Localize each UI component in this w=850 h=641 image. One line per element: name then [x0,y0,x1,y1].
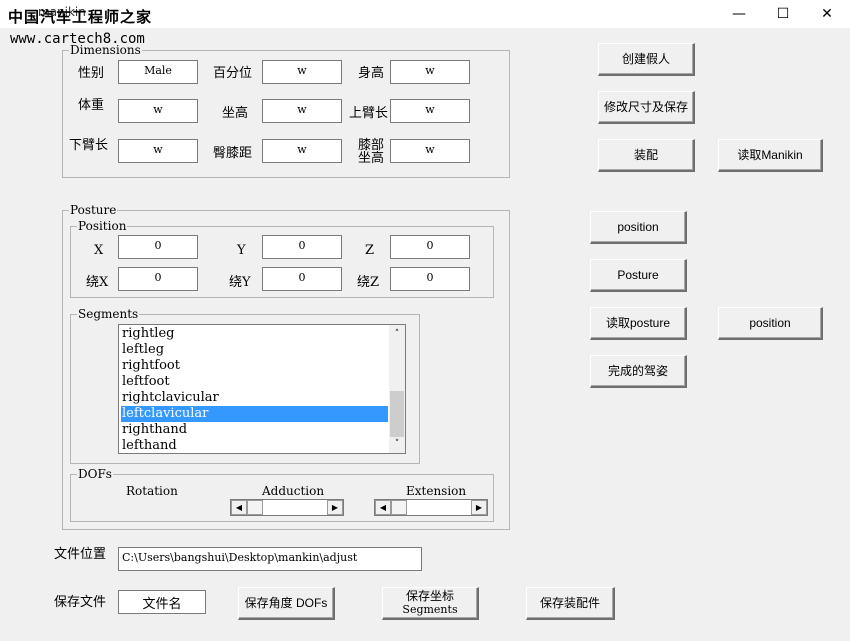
segments-scrollbar[interactable]: ˄ ˅ [389,325,405,453]
slider-thumb[interactable] [391,500,407,515]
save-dofs-button[interactable]: 保存角度 DOFs [238,587,335,620]
save-segments-label-2: Segments [402,603,458,616]
posture-legend: Posture [69,203,118,217]
weight-label: 体重 [78,98,105,113]
sitting-height-label: 坐高 [222,106,249,121]
dimensions-legend: Dimensions [69,43,142,57]
z-field[interactable]: 0 [390,235,470,259]
list-item[interactable]: rightfoot [121,358,388,374]
dofs-legend: DOFs [77,467,113,481]
sitting-height-field[interactable]: w [262,99,342,123]
assemble-button[interactable]: 装配 [598,139,695,172]
y-field[interactable]: 0 [262,235,342,259]
weight-field[interactable]: w [118,99,198,123]
read-posture-button[interactable]: 读取posture [590,307,687,340]
scroll-thumb[interactable] [390,391,404,437]
watermark-text: 中国汽车工程师之家 [8,8,153,26]
posture-button[interactable]: Posture [590,259,687,292]
upper-arm-field[interactable]: w [390,99,470,123]
scroll-left-icon[interactable]: ◀ [231,500,247,515]
knee-height-label-2: 坐高 [358,151,385,166]
list-item[interactable]: leftfoot [121,374,388,390]
lower-arm-field[interactable]: w [118,139,198,163]
save-assembly-button[interactable]: 保存装配件 [526,587,615,620]
x-label: X [94,243,104,258]
rotation-label: Rotation [126,484,178,498]
rotate-x-field[interactable]: 0 [118,267,198,291]
list-item[interactable]: rightclavicular [121,390,388,406]
scroll-right-icon[interactable]: ▶ [471,500,487,515]
x-field[interactable]: 0 [118,235,198,259]
scroll-up-icon[interactable]: ˄ [389,327,405,341]
percentile-label: 百分位 [213,66,253,81]
minimize-button[interactable]: — [716,0,762,28]
modify-save-button[interactable]: 修改尺寸及保存 [598,91,695,124]
position-button-2[interactable]: position [718,307,823,340]
rotate-z-label: 绕Z [357,275,380,290]
list-item-selected[interactable]: leftclavicular [121,406,388,422]
extension-label: Extension [406,484,467,498]
y-label: Y [237,243,246,258]
gender-label: 性别 [78,66,105,81]
z-label: Z [365,243,375,258]
position-legend: Position [77,219,128,233]
scroll-left-icon[interactable]: ◀ [375,500,391,515]
list-item[interactable]: righthand [121,422,388,438]
segments-legend: Segments [77,307,140,321]
maximize-button[interactable]: ☐ [760,0,806,28]
upper-arm-label: 上臂长 [349,106,389,121]
finish-driving-posture-button[interactable]: 完成的驾姿 [590,355,687,388]
save-file-label: 保存文件 [54,595,107,610]
adduction-label: Adduction [262,484,325,498]
hip-knee-label: 臀膝距 [213,146,253,161]
list-item[interactable]: leftleg [121,342,388,358]
position-button[interactable]: position [590,211,687,244]
rotate-y-field[interactable]: 0 [262,267,342,291]
list-item[interactable]: rightleg [121,326,388,342]
segments-listbox[interactable]: rightleg leftleg rightfoot leftfoot righ… [118,324,406,454]
hip-knee-field[interactable]: w [262,139,342,163]
scroll-right-icon[interactable]: ▶ [327,500,343,515]
file-location-label: 文件位置 [54,547,107,562]
knee-height-field[interactable]: w [390,139,470,163]
gender-field[interactable]: Male [118,60,198,84]
save-segments-button[interactable]: 保存坐标 Segments [382,587,479,620]
slider-thumb[interactable] [247,500,263,515]
height-field[interactable]: w [390,60,470,84]
percentile-field[interactable]: w [262,60,342,84]
rotate-y-label: 绕Y [229,275,251,290]
rotate-z-field[interactable]: 0 [390,267,470,291]
rotate-x-label: 绕X [86,275,109,290]
read-manikin-button[interactable]: 读取Manikin [718,139,823,172]
list-item[interactable]: lefthand [121,438,388,453]
adduction-slider[interactable]: ◀ ▶ [230,499,344,516]
height-label: 身高 [358,66,385,81]
extension-slider[interactable]: ◀ ▶ [374,499,488,516]
create-manikin-button[interactable]: 创建假人 [598,43,695,76]
save-segments-label-1: 保存坐标 [405,589,454,603]
lower-arm-label: 下臂长 [69,138,109,153]
file-location-field[interactable]: C:\Users\bangshui\Desktop\mankin\adjust [118,547,422,571]
close-button[interactable]: ✕ [804,0,850,28]
scroll-down-icon[interactable]: ˅ [389,437,405,451]
file-name-field[interactable]: 文件名 [118,590,206,614]
